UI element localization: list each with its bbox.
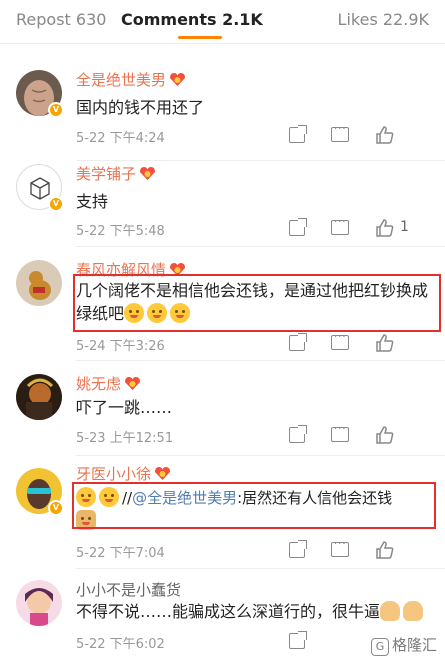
comment-text-content: 不得不说……能骗成这么深道行的，很牛逼 — [76, 602, 381, 621]
comment-icon[interactable] — [331, 539, 349, 557]
watermark-logo-icon: G — [370, 638, 389, 656]
share-icon[interactable] — [289, 425, 307, 443]
comment-actions: 1 — [289, 217, 429, 238]
comment-actions — [289, 124, 429, 145]
share-icon[interactable] — [289, 333, 307, 351]
tab-likes[interactable]: Likes 22.9K — [338, 10, 429, 29]
share-icon[interactable] — [289, 631, 307, 649]
clap-emoji-icon — [380, 601, 401, 621]
username[interactable]: 牙医小小徐 — [76, 465, 151, 483]
comment-time: 5-22 下午6:02 — [76, 637, 165, 652]
tab-repost-count: 630 — [75, 10, 107, 29]
tab-likes-label: Likes — [337, 10, 378, 29]
username[interactable]: 全是绝世美男 — [76, 71, 166, 89]
highlight-box — [72, 482, 436, 529]
comment-actions — [289, 424, 429, 445]
comment-text: 不得不说……能骗成这么深道行的，很牛逼 — [76, 600, 428, 623]
avatar[interactable] — [16, 374, 62, 420]
comment-time: 5-22 下午4:24 — [76, 131, 165, 146]
highlight-box — [73, 274, 441, 332]
verified-badge-icon: V — [48, 102, 64, 118]
comment-text: 支持 — [76, 192, 109, 211]
divider — [76, 160, 445, 161]
comment-icon[interactable] — [331, 124, 349, 142]
comment-time: 5-23 上午12:51 — [76, 431, 174, 446]
avatar[interactable] — [16, 260, 62, 306]
comment-icon[interactable] — [331, 424, 349, 442]
tab-repost-label: Repost — [16, 10, 71, 29]
comment-icon[interactable] — [331, 217, 349, 235]
verified-badge-icon: V — [48, 196, 64, 212]
comment-time: 5-22 下午5:48 — [76, 224, 165, 239]
tab-bar: Repost 630 Comments 2.1K Likes 22.9K — [0, 0, 445, 44]
tab-comments-count: 2.1K — [222, 10, 263, 29]
like-icon[interactable] — [375, 218, 395, 238]
username[interactable]: 小小不是小蠢货 — [76, 581, 181, 599]
comment-time: 5-22 下午7:04 — [76, 546, 165, 561]
divider — [76, 568, 445, 569]
tab-repost[interactable]: Repost 630 — [16, 10, 106, 29]
comment-actions — [289, 332, 429, 353]
comment-time: 5-24 下午3:26 — [76, 339, 165, 354]
like-icon[interactable] — [375, 125, 395, 145]
comment-actions — [289, 539, 429, 560]
vip-badge-icon — [155, 467, 171, 480]
divider — [76, 360, 445, 361]
share-icon[interactable] — [289, 540, 307, 558]
username[interactable]: 美学铺子 — [76, 165, 136, 183]
divider — [76, 455, 445, 456]
divider — [76, 246, 445, 247]
vip-badge-icon — [140, 167, 156, 180]
watermark-text: 格隆汇 — [391, 636, 437, 654]
comment-text: 国内的钱不用还了 — [76, 98, 205, 117]
share-icon[interactable] — [289, 218, 307, 236]
verified-badge-icon: V — [48, 500, 64, 516]
like-icon[interactable] — [375, 425, 395, 445]
tab-comments-label: Comments — [121, 10, 217, 29]
like-icon[interactable] — [375, 540, 395, 560]
vip-badge-icon — [125, 377, 141, 390]
tab-likes-count: 22.9K — [382, 10, 429, 29]
share-icon[interactable] — [289, 125, 307, 143]
active-tab-indicator — [178, 36, 222, 39]
vip-badge-icon — [170, 73, 186, 86]
tab-comments[interactable]: Comments 2.1K — [121, 10, 263, 29]
watermark: G 格隆汇 — [370, 634, 437, 656]
comment-icon[interactable] — [331, 332, 349, 350]
avatar[interactable] — [16, 580, 62, 626]
like-count: 1 — [400, 219, 409, 235]
username[interactable]: 姚无虑 — [76, 375, 121, 393]
like-icon[interactable] — [375, 333, 395, 353]
comment-text: 吓了一跳…… — [76, 398, 173, 417]
clap-emoji-icon — [403, 601, 424, 621]
